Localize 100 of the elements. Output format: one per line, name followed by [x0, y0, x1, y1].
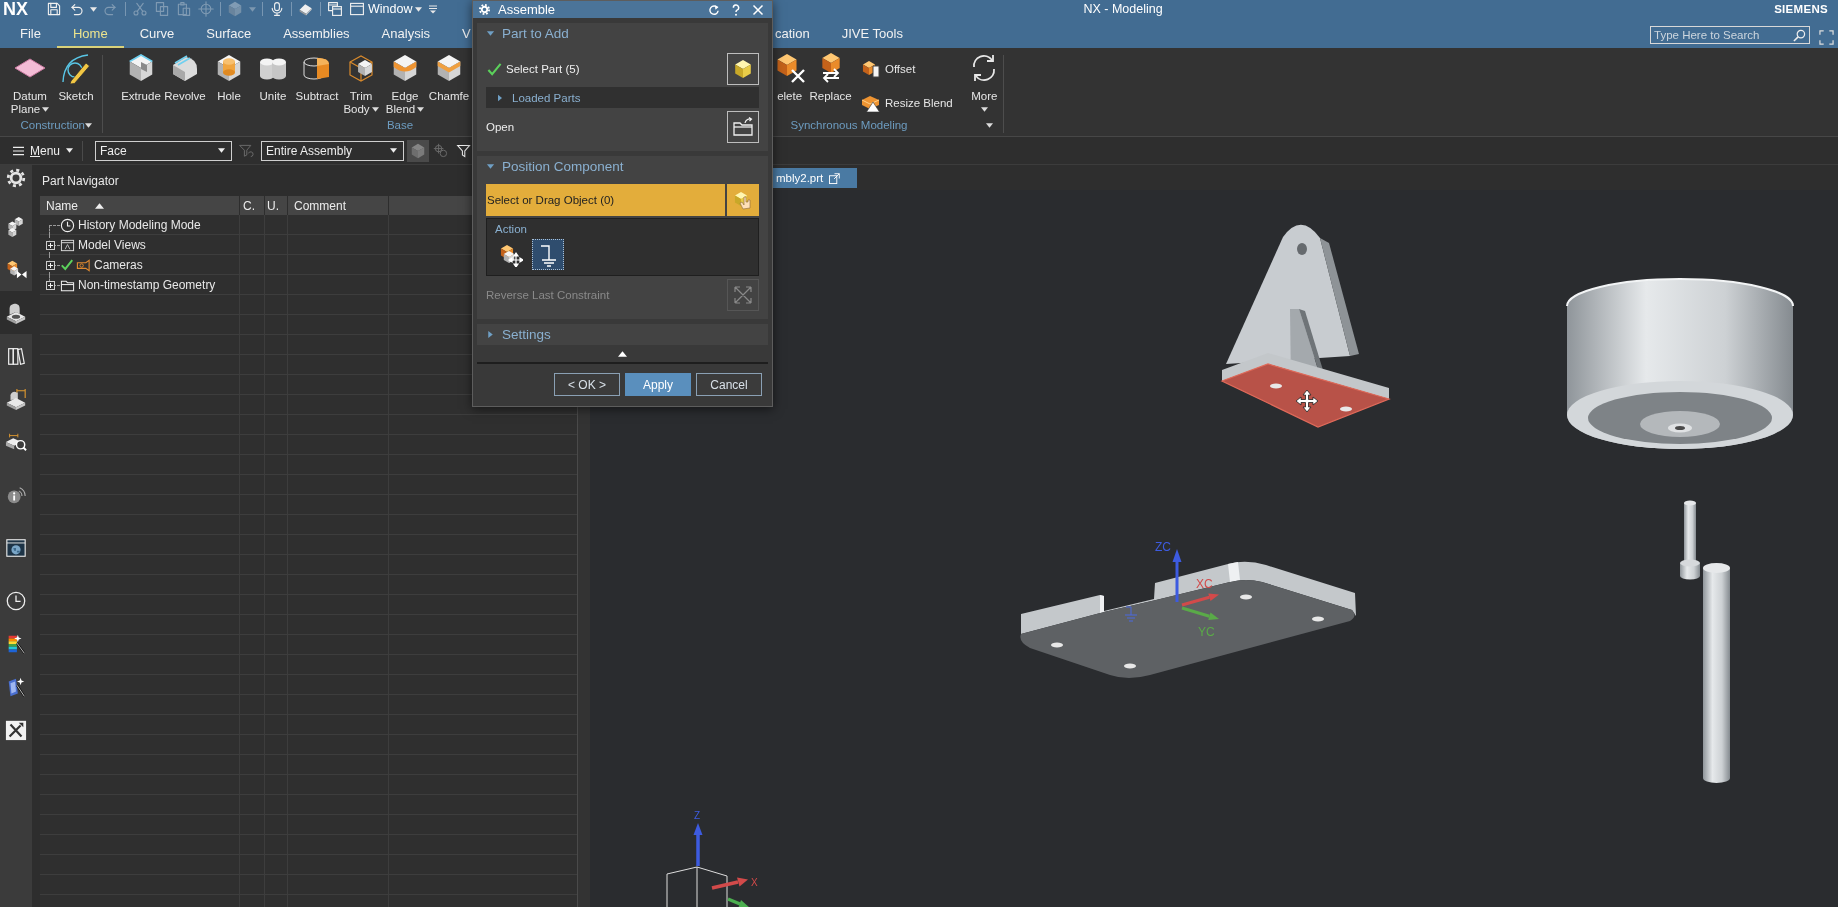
- caret-icon[interactable]: [90, 6, 97, 12]
- section-header[interactable]: Part to Add: [486, 23, 759, 44]
- type-filter-dropdown[interactable]: Face: [95, 140, 233, 161]
- ribbon-button[interactable]: Revolve: [163, 52, 207, 103]
- ribbon-button[interactable]: Datum Plane: [8, 52, 52, 116]
- ribbon-button[interactable]: Hole: [207, 52, 251, 103]
- cube-move-icon: [499, 242, 523, 267]
- ribbon-button[interactable]: Unite: [251, 52, 295, 103]
- caret-icon[interactable]: [85, 122, 92, 128]
- ribbon-button[interactable]: Chamfe: [427, 52, 471, 103]
- ribbon-tab[interactable]: V: [446, 18, 471, 48]
- sort-arrow-icon: [95, 202, 104, 209]
- settings-icon[interactable]: [5, 167, 27, 189]
- open-label: Open: [486, 121, 515, 133]
- axis-label: YC: [1198, 625, 1215, 639]
- window-icon: [349, 1, 365, 17]
- save-icon[interactable]: [46, 1, 62, 17]
- open-button[interactable]: [727, 111, 759, 143]
- tree-item[interactable]: Model Views: [78, 238, 146, 252]
- bolt-part[interactable]: [1680, 500, 1700, 580]
- ribbon-button[interactable]: Edge Blend: [383, 52, 427, 116]
- dialog-title: Assemble: [498, 2, 556, 17]
- globe-window-icon: [5, 536, 27, 559]
- ribbon-button[interactable]: Sketch: [54, 52, 98, 103]
- menu-icon: [13, 145, 24, 156]
- search-icon: [1793, 28, 1806, 42]
- tree-item[interactable]: History Modeling Mode: [78, 218, 201, 232]
- group-label: Base: [386, 119, 414, 131]
- ground-symbol-icon: [1124, 606, 1138, 622]
- collapse-icon[interactable]: [618, 351, 627, 357]
- logo-text: NX: [3, 0, 28, 18]
- tree-item[interactable]: Non-timestamp Geometry: [78, 278, 216, 292]
- search-field[interactable]: Type Here to Search: [1650, 26, 1810, 44]
- menu-button[interactable]: Menu: [11, 143, 76, 158]
- group-label: Construction: [20, 119, 85, 131]
- tree-item[interactable]: Cameras: [94, 258, 143, 272]
- hand-cube-icon: [732, 189, 754, 211]
- move-cursor-icon: [1295, 389, 1319, 413]
- window-menu[interactable]: Window: [349, 1, 423, 17]
- base-plate-part[interactable]: [1020, 561, 1356, 678]
- resource-tab[interactable]: [0, 291, 32, 334]
- ribbon-button[interactable]: Replace: [809, 52, 852, 103]
- ribbon-tab[interactable]: Assemblies: [267, 18, 366, 48]
- ribbon-button[interactable]: Extrude: [119, 52, 163, 103]
- expand-icon[interactable]: [45, 240, 55, 250]
- select-part-button[interactable]: [727, 53, 759, 85]
- cross-arrows-icon: [732, 284, 754, 306]
- selection-label[interactable]: Select Part (5): [506, 63, 580, 75]
- bracket-part[interactable]: [1220, 224, 1391, 428]
- ribbon-button[interactable]: More: [967, 52, 1001, 112]
- dialog-button[interactable]: < OK >: [554, 373, 620, 396]
- ribbon-tab[interactable]: JIVE Tools: [839, 18, 905, 48]
- ribbon-button[interactable]: Offset: [858, 57, 955, 81]
- pulley-part[interactable]: [1566, 278, 1794, 449]
- help-icon[interactable]: [730, 3, 742, 16]
- subsection-header[interactable]: Loaded Parts: [486, 87, 759, 108]
- fullscreen-icon[interactable]: [1819, 30, 1834, 45]
- dialog-button[interactable]: Cancel: [696, 373, 762, 396]
- ribbon-tab[interactable]: Analysis: [365, 18, 447, 48]
- offset-icon: [860, 59, 881, 79]
- ribbon-tab[interactable]: Surface: [190, 18, 268, 48]
- caret-icon: [415, 6, 423, 12]
- cube-icon: [732, 58, 754, 80]
- axis-label: ZC: [1155, 540, 1171, 554]
- undo-icon[interactable]: [68, 1, 84, 17]
- microphone-icon[interactable]: [269, 1, 285, 17]
- brand-name: SIEMENS: [1774, 3, 1828, 15]
- part-icon: [5, 301, 27, 324]
- check-icon[interactable]: [60, 258, 74, 272]
- eraser-icon[interactable]: [298, 1, 314, 17]
- ribbon-tab[interactable]: cation: [773, 18, 812, 48]
- y-axis-arrow: [727, 897, 750, 907]
- ribbon-button[interactable]: Subtract: [295, 52, 339, 103]
- customize-icon[interactable]: [428, 4, 439, 14]
- section-header[interactable]: Position Component: [486, 156, 759, 177]
- axis-label: Z: [694, 810, 701, 821]
- document-tab[interactable]: mbly2.prt: [773, 168, 858, 188]
- dimensioned-part-icon: [5, 387, 27, 410]
- panel-title: Part Navigator: [42, 173, 119, 188]
- expand-icon[interactable]: [45, 280, 55, 290]
- axis-label: XC: [1196, 577, 1213, 591]
- caret-icon: [390, 148, 398, 153]
- caret-icon: [66, 148, 74, 153]
- cube-constraint-icon: [5, 258, 27, 281]
- scope-dropdown[interactable]: Entire Assembly: [261, 140, 405, 161]
- constraints-button[interactable]: [532, 239, 564, 270]
- selection-step[interactable]: Select or Drag Object (0): [486, 184, 725, 216]
- ribbon-tab[interactable]: Curve: [123, 18, 191, 48]
- ribbon-button[interactable]: Resize Blend: [858, 91, 955, 115]
- expand-icon[interactable]: [45, 260, 55, 270]
- reset-icon[interactable]: [708, 3, 720, 16]
- ribbon-button[interactable]: Trim Body: [339, 52, 383, 116]
- axis-label: X: [751, 877, 758, 888]
- close-icon[interactable]: [752, 3, 764, 16]
- caret-icon[interactable]: [986, 122, 993, 128]
- wireframe-cube: [666, 866, 728, 907]
- ribbon-button[interactable]: elete: [773, 52, 807, 103]
- settings-icon: [478, 3, 491, 16]
- ribbon-tab[interactable]: File: [4, 18, 57, 48]
- windows-icon[interactable]: [327, 1, 343, 17]
